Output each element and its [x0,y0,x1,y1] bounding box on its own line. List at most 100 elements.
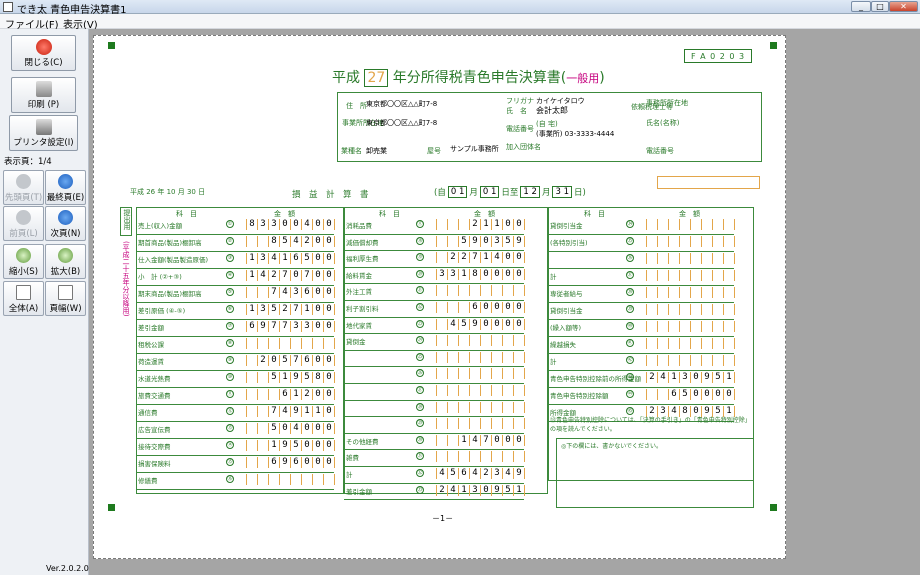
digit-cell: 3 [470,484,481,496]
print-button[interactable]: 印刷 (P) [11,77,76,113]
row-number: ㉔ [416,336,424,345]
digit-cell: 0 [313,321,324,332]
preview-area[interactable]: F A 0 2 0 3 平成 27 年分所得税青色申告決算書(一般用) 住 所 … [89,29,920,575]
next-page-button[interactable]: 次頁(N) [45,206,86,241]
furigana-label: フリガナ [506,97,534,105]
digit-cell [247,474,258,485]
row-number: ㊹ [626,390,634,398]
digit-cell [426,302,437,313]
digit-cell: 0 [324,406,335,417]
printer-settings-button[interactable]: プリンタ設定(I) [9,115,78,151]
digit-cell [680,236,691,247]
digit-cell [313,338,324,349]
digit-cell [247,423,258,434]
digit-cell [437,219,448,230]
digit-cell [636,270,647,281]
digit-cell: 0 [324,304,335,315]
digit-cell: 0 [324,219,335,230]
amount-cells: 749110 [236,406,335,417]
row-label: 青色申告特別控除額 [550,392,609,400]
digit-cell [247,372,258,383]
name-value: 会計太郎 [536,106,568,115]
digit-cell [503,285,514,297]
digit-cell: 5 [459,318,470,330]
digit-cell: 0 [302,457,313,468]
row-label: 減価償却費 [346,238,379,247]
digit-cell [680,304,691,315]
pl-row: 外注工賃 ㉑ [344,284,525,301]
digit-cell [459,401,470,413]
digit-cell [236,423,247,434]
digit-cell [236,440,247,451]
digit-cell [713,304,724,315]
row-label: (各特別引当) [550,239,588,247]
digit-cell: 2 [481,468,492,479]
digit-cell [459,302,470,313]
row-number: ⑦ [226,322,234,330]
digit-cell: 7 [280,321,291,332]
digit-cell [647,304,658,315]
digit-cell: 0 [313,287,324,298]
row-label: 計 [550,358,557,366]
maximize-button[interactable]: □ [871,1,889,12]
close-button[interactable]: 閉じる(C) [11,35,76,71]
pl-row: 通信費 ⑫ 7 4 9 1 1 0 [136,405,335,422]
first-page-button[interactable]: 先頭頁(T) [3,170,44,205]
close-window-button[interactable]: ✕ [889,1,918,12]
deduction-note: ⑬青色申告特別控除については、「決算の手引き」の「青色申告特別控除」の項を読んで… [550,417,748,433]
minimize-button[interactable]: _ [851,1,871,12]
digit-cell: 0 [503,318,514,330]
union-label: 加入団体名 [506,143,541,151]
digit-cell [702,355,713,366]
prev-page-button[interactable]: 前頁(L) [3,206,44,241]
pl-row: 接待交際費 ⑭ 1 9 5 0 0 0 [136,439,335,456]
row-label: 荷造運賃 [138,358,164,366]
amount-cells [426,368,525,380]
printer-settings-label: プリンタ設定(I) [13,138,74,148]
digit-cell [426,385,437,396]
row-label: 通信費 [138,409,158,417]
digit-cell [669,270,680,281]
row-number: ㉘ [416,402,424,411]
row-label: 計 [346,471,353,479]
zoom-in-button[interactable]: 拡大(B) [45,244,86,279]
digit-cell [448,401,459,413]
digit-cell [680,270,691,281]
digit-cell [702,270,713,281]
digit-cell: 0 [324,440,335,451]
zoom-out-button[interactable]: 縮小(S) [3,244,44,279]
digit-cell [691,355,702,366]
fit-width-button[interactable]: 頁幅(W) [45,281,86,316]
digit-cell: 1 [291,389,302,400]
digit-cell [647,270,658,281]
from-month: 0 1 [447,186,468,198]
digit-cell: 7 [291,355,302,366]
last-page-button[interactable]: 最終頁(E) [45,170,86,205]
pl-row: 売上(収入)金額 ① 8 3 3 0 0 4 0 0 [136,218,335,235]
digit-cell: 0 [514,219,525,230]
row-label: 繰越損失 [550,341,576,349]
title-year: 27 [364,69,389,87]
amount-cells: 519580 [236,372,335,383]
digit-cell [658,321,669,332]
submit-note: 提出用 [123,209,131,230]
amount-cells: 61200 [236,389,335,400]
fit-all-button[interactable]: 全体(A) [3,281,44,316]
digit-cell: 0 [503,219,514,230]
period-open: (自 [434,188,446,198]
digit-cell [269,338,280,349]
digit-cell: 0 [514,268,525,280]
digit-cell [724,219,735,230]
digit-cell [426,219,437,230]
digit-cell [636,355,647,366]
digit-cell [724,287,735,298]
pl-row: 広告宣伝費 ⑬ 5 0 4 0 0 0 [136,422,335,439]
digit-cell [437,451,448,463]
digit-cell: 0 [302,423,313,434]
digit-cell: 6 [291,457,302,468]
from-month-unit: 月 [469,188,478,198]
statement-title: 損 益 計 算 書 [292,190,369,200]
period-range: (自 0 1 月 0 1 日至 1 2 月 3 1 日) [434,186,586,198]
digit-cell [258,389,269,400]
amount-cells [636,270,735,281]
